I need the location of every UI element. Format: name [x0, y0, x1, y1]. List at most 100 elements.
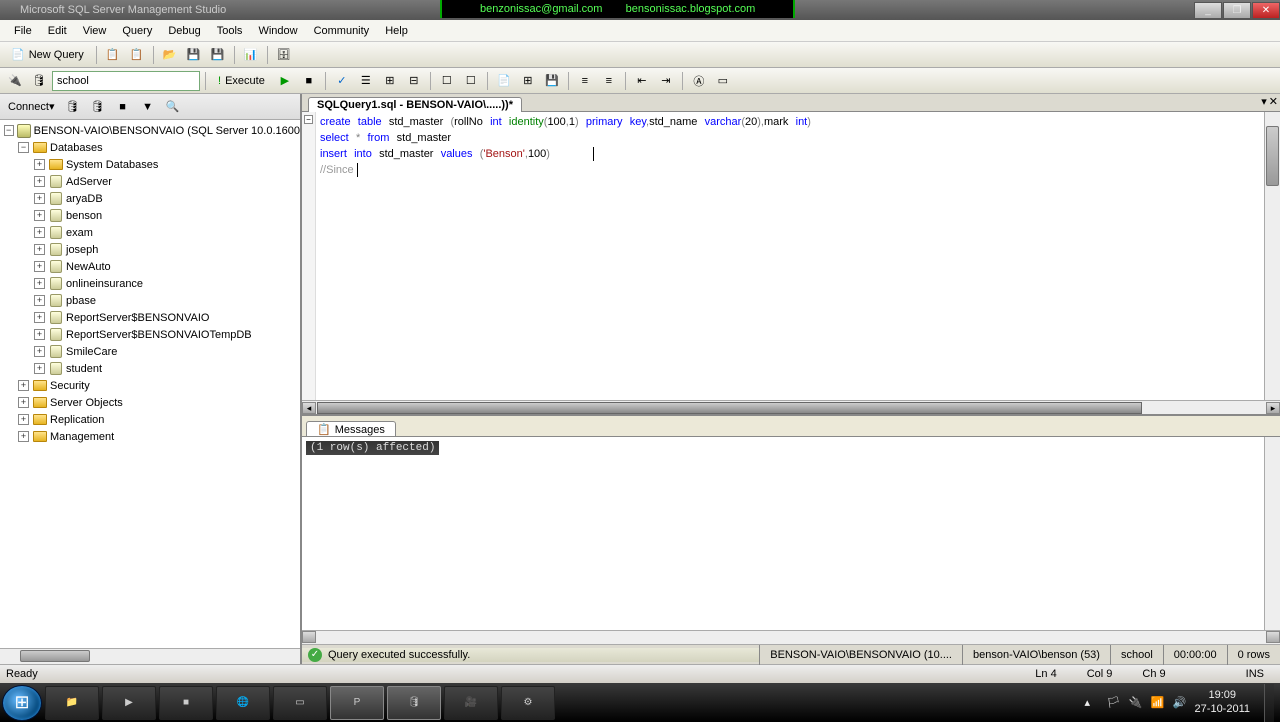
menu-community[interactable]: Community: [306, 23, 378, 39]
menu-query[interactable]: Query: [114, 23, 160, 39]
change-connection-icon[interactable]: 🛢: [28, 70, 50, 92]
menu-file[interactable]: File: [6, 23, 40, 39]
new-analysis-query-icon[interactable]: 📋: [126, 44, 148, 66]
tree-system-databases[interactable]: +System Databases: [0, 156, 300, 173]
new-db-engine-query-icon[interactable]: 📋: [102, 44, 124, 66]
sqlcmd-mode-icon[interactable]: ▭: [712, 70, 734, 92]
oe-stop-icon[interactable]: ■: [112, 96, 134, 118]
oe-disconnect-icon[interactable]: 🛢: [87, 96, 109, 118]
messages-horizontal-scrollbar[interactable]: [302, 630, 1280, 644]
results-to-grid-icon[interactable]: ⊞: [517, 70, 539, 92]
oe-refresh-icon[interactable]: 🛢: [62, 96, 84, 118]
oe-report-icon[interactable]: 🔍: [162, 96, 184, 118]
tab-close-icon[interactable]: ✕: [1269, 95, 1278, 108]
task-powerpoint[interactable]: P: [330, 686, 384, 720]
tree-db-item[interactable]: +student: [0, 360, 300, 377]
start-button[interactable]: ⊞: [2, 685, 42, 721]
menu-help[interactable]: Help: [377, 23, 416, 39]
database-dropdown[interactable]: [52, 71, 200, 91]
execute-button[interactable]: !Execute: [211, 70, 272, 92]
tray-volume-icon[interactable]: 🔊: [1173, 696, 1187, 710]
task-camera[interactable]: 🎥: [444, 686, 498, 720]
specify-template-icon[interactable]: Ⓐ: [688, 70, 710, 92]
tree-folder[interactable]: +Server Objects: [0, 394, 300, 411]
task-ssms[interactable]: 🛢: [387, 686, 441, 720]
code-fold-gutter[interactable]: −: [302, 112, 316, 400]
menu-view[interactable]: View: [75, 23, 115, 39]
query-options-icon[interactable]: ⊞: [379, 70, 401, 92]
tree-folder[interactable]: +Replication: [0, 411, 300, 428]
results-to-text-icon[interactable]: 📄: [493, 70, 515, 92]
include-stats-icon[interactable]: ☐: [460, 70, 482, 92]
tree-db-item[interactable]: +ReportServer$BENSONVAIO: [0, 309, 300, 326]
editor-tab[interactable]: SQLQuery1.sql - BENSON-VAIO\.....))*: [308, 97, 522, 112]
stop-icon[interactable]: ■: [298, 70, 320, 92]
menu-tools[interactable]: Tools: [209, 23, 251, 39]
object-tree[interactable]: −BENSON-VAIO\BENSONVAIO (SQL Server 10.0…: [0, 120, 300, 648]
code-area[interactable]: create table std_master (rollNo int iden…: [316, 112, 1264, 400]
editor-horizontal-scrollbar[interactable]: ◂▸: [302, 400, 1280, 414]
banner-blog[interactable]: bensonissac.blogspot.com: [626, 3, 756, 15]
maximize-button[interactable]: ❐: [1223, 2, 1251, 19]
messages-vertical-scrollbar[interactable]: [1264, 437, 1280, 630]
tray-power-icon[interactable]: 🔌: [1129, 696, 1143, 710]
tree-db-item[interactable]: +AdServer: [0, 173, 300, 190]
tree-server[interactable]: −BENSON-VAIO\BENSONVAIO (SQL Server 10.0…: [0, 122, 300, 139]
task-explorer[interactable]: 📁: [45, 686, 99, 720]
task-other[interactable]: ⚙: [501, 686, 555, 720]
parse-icon[interactable]: ✓: [331, 70, 353, 92]
editor-vertical-scrollbar[interactable]: [1264, 112, 1280, 400]
minimize-button[interactable]: _: [1194, 2, 1222, 19]
tree-folder[interactable]: +Security: [0, 377, 300, 394]
open-file-icon[interactable]: 📂: [159, 44, 181, 66]
close-button[interactable]: ✕: [1252, 2, 1280, 19]
oe-filter-icon[interactable]: ▼: [137, 96, 159, 118]
uncomment-icon[interactable]: ≡: [598, 70, 620, 92]
increase-indent-icon[interactable]: ⇥: [655, 70, 677, 92]
task-ie[interactable]: 🌐: [216, 686, 270, 720]
system-tray[interactable]: ▴ 🏳 🔌 📶 🔊 19:09 27-10-2011: [1085, 684, 1278, 722]
tray-clock[interactable]: 19:09 27-10-2011: [1195, 689, 1250, 715]
menu-edit[interactable]: Edit: [40, 23, 75, 39]
tree-db-item[interactable]: +benson: [0, 207, 300, 224]
tray-up-icon[interactable]: ▴: [1085, 696, 1099, 710]
tray-network-icon[interactable]: 📶: [1151, 696, 1165, 710]
tree-databases[interactable]: −Databases: [0, 139, 300, 156]
display-plan-icon[interactable]: ☰: [355, 70, 377, 92]
tree-db-item[interactable]: +exam: [0, 224, 300, 241]
decrease-indent-icon[interactable]: ⇤: [631, 70, 653, 92]
tree-db-item[interactable]: +pbase: [0, 292, 300, 309]
banner-email[interactable]: benzonissac@gmail.com: [480, 3, 602, 15]
messages-body[interactable]: (1 row(s) affected): [302, 436, 1280, 630]
include-plan-icon[interactable]: ☐: [436, 70, 458, 92]
activity-monitor-icon[interactable]: 📊: [240, 44, 262, 66]
menu-debug[interactable]: Debug: [160, 23, 208, 39]
oe-horizontal-scrollbar[interactable]: [0, 648, 300, 664]
save-all-icon[interactable]: 💾: [207, 44, 229, 66]
tree-db-item[interactable]: +SmileCare: [0, 343, 300, 360]
debug-icon[interactable]: ▶: [274, 70, 296, 92]
task-dark[interactable]: ■: [159, 686, 213, 720]
tree-db-item[interactable]: +NewAuto: [0, 258, 300, 275]
tray-flag-icon[interactable]: 🏳: [1107, 696, 1121, 710]
tree-db-item[interactable]: +onlineinsurance: [0, 275, 300, 292]
new-query-button[interactable]: 📄 New Query: [4, 44, 91, 66]
task-app[interactable]: ▭: [273, 686, 327, 720]
comment-icon[interactable]: ≡: [574, 70, 596, 92]
menu-window[interactable]: Window: [250, 23, 305, 39]
tree-db-item[interactable]: +aryaDB: [0, 190, 300, 207]
tree-folder[interactable]: +Management: [0, 428, 300, 445]
sql-editor[interactable]: − create table std_master (rollNo int id…: [302, 112, 1280, 400]
save-icon[interactable]: 💾: [183, 44, 205, 66]
tree-db-item[interactable]: +ReportServer$BENSONVAIOTempDB: [0, 326, 300, 343]
results-to-file-icon[interactable]: 💾: [541, 70, 563, 92]
task-media[interactable]: ▶: [102, 686, 156, 720]
tree-db-item[interactable]: +joseph: [0, 241, 300, 258]
show-desktop-button[interactable]: [1264, 684, 1274, 722]
tab-dropdown-icon[interactable]: ▾: [1261, 95, 1267, 108]
intellisense-icon[interactable]: ⊟: [403, 70, 425, 92]
connect-button[interactable]: Connect ▾: [4, 100, 59, 113]
connect-icon[interactable]: 🔌: [4, 70, 26, 92]
messages-tab[interactable]: 📋 Messages: [306, 421, 396, 436]
registered-servers-icon[interactable]: 🗄: [273, 44, 295, 66]
